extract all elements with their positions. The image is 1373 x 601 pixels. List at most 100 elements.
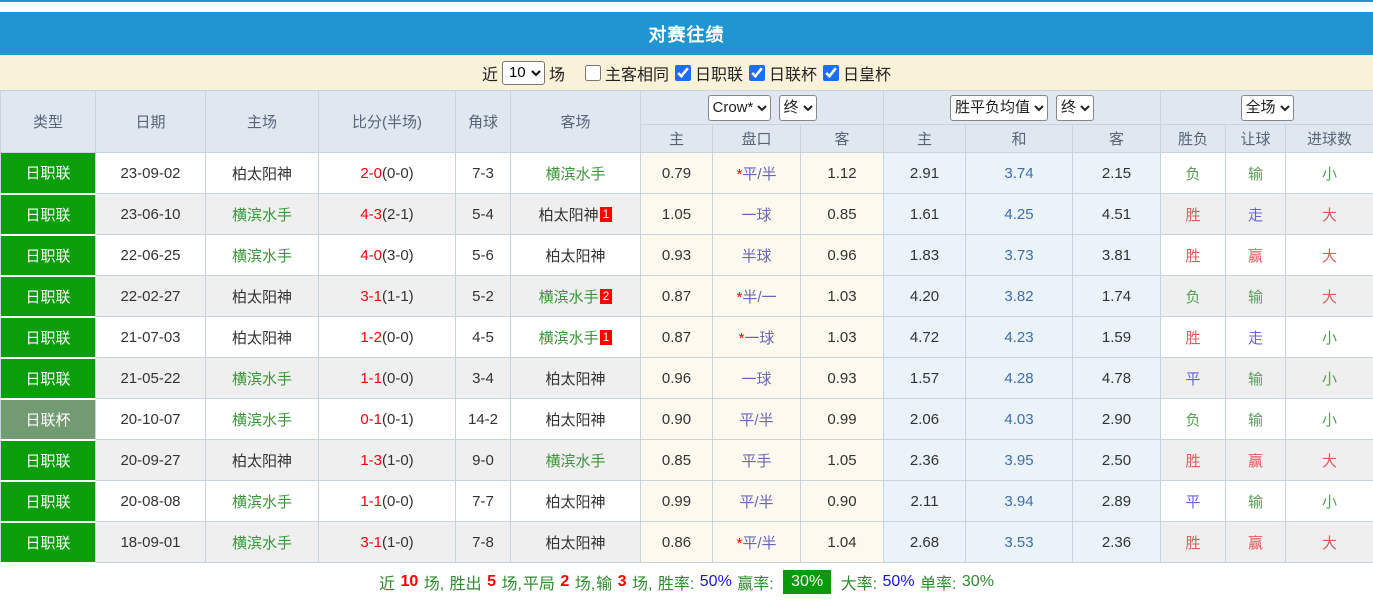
result-scope-select[interactable]: 全场 — [1241, 95, 1294, 121]
home-team-cell: 柏太阳神 — [206, 440, 319, 481]
mean-away-odds: 3.81 — [1073, 235, 1161, 276]
result-handicap: 走 — [1226, 317, 1286, 358]
league-toggle-emperor-cup[interactable]: 日皇杯 — [821, 61, 891, 85]
summary-segment: 胜率: — [658, 570, 699, 594]
summary-segment: 50% — [700, 573, 732, 591]
handicap-cell: 一球 — [713, 358, 801, 399]
away-team-name: 柏太阳神 — [545, 535, 605, 552]
handicap-cell: 平/半 — [713, 481, 801, 522]
summary-segment: 胜出 — [450, 570, 486, 594]
history-table: 类型 日期 主场 比分(半场) 角球 客场 Crow* 终 胜平负均值 — [0, 90, 1373, 564]
result-handicap: 走 — [1226, 194, 1286, 235]
home-team-name: 横滨水手 — [232, 412, 292, 429]
section-title-bar: 对赛往绩 — [0, 12, 1373, 55]
mean-select-group: 胜平负均值 终 — [884, 91, 1161, 125]
full-time-score: 1-3 — [360, 452, 382, 469]
handicap-cell: 半球 — [713, 235, 801, 276]
home-odds: 0.90 — [641, 399, 713, 440]
match-row: 日职联 20-09-27 柏太阳神 1-3(1-0) 9-0 横滨水手 0.85… — [1, 440, 1373, 481]
away-odds: 1.03 — [801, 317, 884, 358]
summary-segment: 近 — [379, 570, 399, 594]
score-cell: 4-0(3-0) — [319, 235, 456, 276]
mean-away-odds: 2.50 — [1073, 440, 1161, 481]
games-label: 场 — [549, 61, 565, 85]
result-winloss: 胜 — [1161, 194, 1226, 235]
subcol-odds-away: 客 — [801, 125, 884, 153]
result-goals: 小 — [1286, 153, 1373, 194]
result-scope-group: 全场 — [1161, 91, 1373, 125]
away-team-cell: 横滨水手1 — [511, 317, 641, 358]
mean-home-odds: 4.72 — [884, 317, 966, 358]
mean-away-odds: 1.59 — [1073, 317, 1161, 358]
half-time-score: (2-1) — [382, 206, 414, 223]
mean-away-odds: 2.89 — [1073, 481, 1161, 522]
match-row: 日职联 21-05-22 横滨水手 1-1(0-0) 3-4 柏太阳神 0.96… — [1, 358, 1373, 399]
match-date: 20-09-27 — [96, 440, 206, 481]
summary-segment: 2 — [560, 573, 569, 591]
mean-state-select[interactable]: 终 — [1056, 95, 1094, 121]
score-cell: 4-3(2-1) — [319, 194, 456, 235]
full-time-score: 4-3 — [360, 206, 382, 223]
away-team-name: 横滨水手 — [539, 330, 599, 347]
away-odds: 0.90 — [801, 481, 884, 522]
recent-count-select[interactable]: 10 — [502, 61, 545, 85]
handicap-line: 平/半 — [739, 412, 773, 429]
mean-type-select[interactable]: 胜平负均值 — [950, 95, 1048, 121]
half-time-score: (0-0) — [382, 165, 414, 182]
league-checkbox-j1[interactable] — [675, 65, 691, 81]
home-team-cell: 横滨水手 — [206, 522, 319, 563]
mean-draw-odds: 4.23 — [966, 317, 1073, 358]
handicap-line: 半球 — [741, 248, 771, 265]
subcol-goals: 进球数 — [1286, 125, 1373, 153]
league-badge: 日职联 — [1, 194, 96, 235]
league-checkbox-emperor-cup[interactable] — [823, 65, 839, 81]
result-handicap: 输 — [1226, 399, 1286, 440]
home-team-name: 柏太阳神 — [232, 453, 292, 470]
mean-draw-odds: 4.03 — [966, 399, 1073, 440]
result-winloss: 胜 — [1161, 235, 1226, 276]
match-row: 日职联 22-06-25 横滨水手 4-0(3-0) 5-6 柏太阳神 0.93… — [1, 235, 1373, 276]
summary-segment: 30% — [962, 573, 994, 591]
away-team-name: 柏太阳神 — [545, 248, 605, 265]
mean-draw-odds: 3.74 — [966, 153, 1073, 194]
result-winloss: 胜 — [1161, 440, 1226, 481]
match-date: 21-07-03 — [96, 317, 206, 358]
handicap-line: 一球 — [741, 207, 771, 224]
mean-away-odds: 4.78 — [1073, 358, 1161, 399]
summary-segment: 10 — [401, 573, 419, 591]
league-toggle-j1[interactable]: 日职联 — [673, 61, 743, 85]
home-odds: 1.05 — [641, 194, 713, 235]
corner-score: 14-2 — [456, 399, 511, 440]
score-cell: 1-2(0-0) — [319, 317, 456, 358]
home-odds: 0.87 — [641, 276, 713, 317]
history-table-body: 日职联 23-09-02 柏太阳神 2-0(0-0) 7-3 横滨水手 0.79… — [1, 153, 1373, 563]
match-row: 日联杯 20-10-07 横滨水手 0-1(0-1) 14-2 柏太阳神 0.9… — [1, 399, 1373, 440]
mean-away-odds: 2.15 — [1073, 153, 1161, 194]
league-toggle-league-cup[interactable]: 日联杯 — [747, 61, 817, 85]
full-time-score: 1-2 — [360, 329, 382, 346]
match-date: 23-09-02 — [96, 153, 206, 194]
match-date: 22-02-27 — [96, 276, 206, 317]
match-date: 18-09-01 — [96, 522, 206, 563]
odds-state-select[interactable]: 终 — [779, 95, 817, 121]
away-team-cell: 横滨水手 — [511, 153, 641, 194]
bookmaker-select[interactable]: Crow* — [708, 95, 771, 121]
recent-label: 近 — [482, 61, 498, 85]
home-team-name: 柏太阳神 — [232, 289, 292, 306]
league-badge: 日职联 — [1, 235, 96, 276]
summary-segment: 输 — [596, 570, 616, 594]
full-time-score: 1-1 — [360, 370, 382, 387]
league-checkbox-league-cup[interactable] — [749, 65, 765, 81]
same-home-away-toggle[interactable]: 主客相同 — [583, 61, 669, 85]
summary-segment: 50% — [883, 573, 915, 591]
handicap-cell: *平/半 — [713, 153, 801, 194]
full-time-score: 1-1 — [360, 493, 382, 510]
away-odds: 0.85 — [801, 194, 884, 235]
handicap-line: 一球 — [744, 330, 774, 347]
corner-score: 7-8 — [456, 522, 511, 563]
result-handicap: 输 — [1226, 358, 1286, 399]
same-home-away-checkbox[interactable] — [585, 65, 601, 81]
summary-segment: 30% — [783, 570, 831, 594]
mean-home-odds: 1.61 — [884, 194, 966, 235]
away-team-name: 柏太阳神 — [545, 494, 605, 511]
